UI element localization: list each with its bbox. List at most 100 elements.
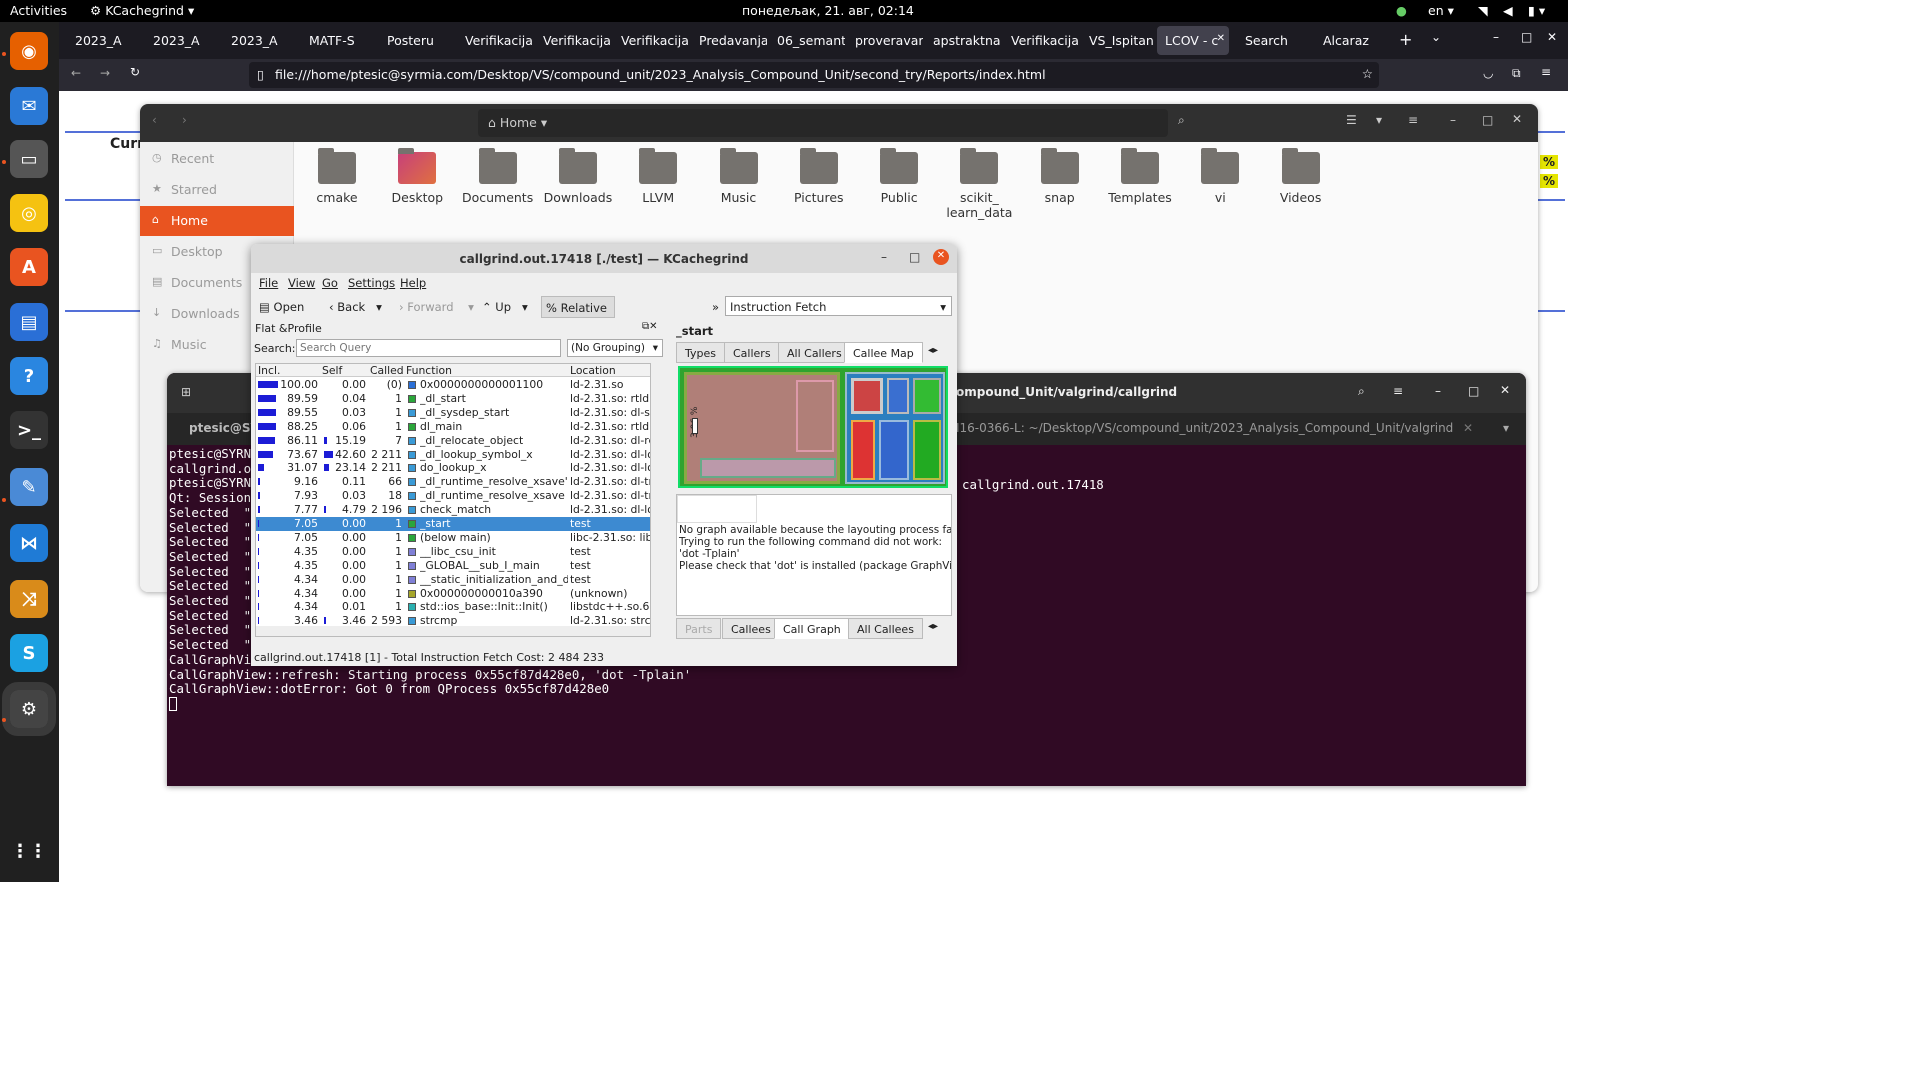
folder-item[interactable]: Public [858, 148, 940, 205]
tab-close-icon[interactable]: ✕ [1463, 421, 1473, 435]
browser-tab[interactable]: 06_semant [769, 26, 845, 55]
table-row[interactable]: 73.67 42.60 2 211 _dl_lookup_symbol_x ld-2.3… [256, 448, 650, 462]
folder-item[interactable]: Pictures [778, 148, 860, 205]
forward-icon[interactable]: → [100, 66, 110, 80]
table-row[interactable]: 89.55 0.03 1 _dl_sysdep_start ld-2.31.so: dl… [256, 406, 650, 420]
files-path-bar[interactable]: ⌂ Home ▾ [478, 109, 1168, 137]
callee-map-block[interactable] [851, 378, 883, 414]
callee-map[interactable]: 3.06 % [678, 366, 948, 488]
table-row[interactable]: 7.05 0.00 1 (below main) libc-2.31.so: libc [256, 531, 650, 545]
yed-icon[interactable]: ⤨ [10, 580, 48, 618]
browser-tab[interactable]: LCOV - c ✕ [1157, 26, 1229, 55]
callee-map-block[interactable] [879, 420, 909, 480]
terminal-menu-icon[interactable]: ≡ [1393, 384, 1403, 398]
horizontal-scrollbar[interactable] [256, 626, 650, 636]
folder-item[interactable]: Music [698, 148, 780, 205]
browser-tab[interactable]: Verifikacija [613, 26, 689, 55]
kcachegrind-icon[interactable]: ⚙ [2, 682, 56, 736]
new-tab-icon[interactable]: ⊞ [181, 385, 191, 399]
minimize-icon[interactable]: – [1493, 30, 1499, 44]
table-row[interactable]: 100.00 0.00 (0) 0x0000000000001100 ld-2.31.s… [256, 378, 650, 392]
tab-call-graph[interactable]: Call Graph [774, 618, 850, 639]
url-bar[interactable]: ▯ file:///home/ptesic@syrmia.com/Desktop… [249, 62, 1379, 88]
table-row[interactable]: 31.07 23.14 2 211 do_lookup_x ld-2.31.so: dl… [256, 461, 650, 475]
app-menu[interactable]: ⚙ KCachegrind ▾ [90, 3, 194, 18]
firefox-icon[interactable]: ◉ [10, 32, 48, 70]
table-row[interactable]: 4.34 0.00 1 0x000000000010a390 (unknown) [256, 587, 650, 601]
table-row[interactable]: 7.93 0.03 18 _dl_runtime_resolve_xsave ld-2.… [256, 489, 650, 503]
volume-icon[interactable]: ◀ [1503, 3, 1513, 18]
writer-icon[interactable]: ▤ [10, 303, 48, 341]
folder-item[interactable]: snap [1019, 148, 1101, 205]
thunderbird-icon[interactable]: ✉ [10, 87, 48, 125]
folder-item[interactable]: Documents [457, 148, 539, 205]
table-row[interactable]: 7.05 0.00 1 _start test [256, 517, 650, 531]
grouping-select[interactable]: (No Grouping) ▾ [567, 339, 663, 357]
table-row[interactable]: 4.35 0.00 1 __libc_csu_init test [256, 545, 650, 559]
menu-settings[interactable]: Settings [348, 276, 395, 290]
table-row[interactable]: 89.59 0.04 1 _dl_start ld-2.31.so: rtld.c [256, 392, 650, 406]
callee-map-block[interactable] [913, 378, 941, 414]
tab-close-icon[interactable]: ✕ [1217, 33, 1225, 44]
network-icon[interactable]: ◥ [1478, 3, 1488, 18]
clock[interactable]: понедељак, 21. авг, 02:14 [742, 3, 914, 18]
tab-all-callees[interactable]: All Callees [848, 618, 923, 639]
menu-file[interactable]: File [259, 276, 278, 290]
browser-tab[interactable]: MATF-S [301, 26, 377, 55]
toolbar-overflow-icon[interactable]: » [712, 296, 719, 318]
browser-tab[interactable]: proveravar [847, 26, 923, 55]
folder-item[interactable]: cmake [296, 148, 378, 205]
close-icon[interactable]: ✕ [1547, 30, 1557, 44]
menu-icon[interactable]: ≡ [1541, 65, 1551, 79]
sidebar-item-home[interactable]: ⌂ Home [140, 206, 294, 236]
help-icon[interactable]: ? [10, 357, 48, 395]
sidebar-item-starred[interactable]: ★ Starred [140, 175, 294, 205]
files-menu-icon[interactable]: ≡ [1408, 113, 1418, 127]
tab-scroll-icon[interactable]: ◂▸ [928, 621, 938, 632]
tab-scroll-icon[interactable]: ◂▸ [928, 345, 938, 356]
table-row[interactable]: 4.34 0.01 1 std::ios_base::Init::Init() libs… [256, 600, 650, 614]
call-graph-view[interactable]: No graph available because the layouting… [676, 494, 952, 616]
panel-float-icon[interactable]: ⧉✕ [642, 321, 658, 332]
folder-item[interactable]: Videos [1260, 148, 1342, 205]
tab-callers[interactable]: Callers [724, 342, 780, 363]
reload-icon[interactable]: ↻ [130, 65, 140, 79]
callee-map-block[interactable] [845, 372, 945, 484]
column-header[interactable]: Called [370, 364, 404, 377]
language-indicator[interactable]: en ▾ [1428, 3, 1454, 18]
terminal-tab[interactable]: ptesic@SY [189, 421, 259, 435]
table-row[interactable]: 86.11 15.19 7 _dl_relocate_object ld-2.31.so… [256, 434, 650, 448]
menu-view[interactable]: View [288, 276, 315, 290]
browser-tab[interactable]: Verifikacija [457, 26, 533, 55]
relative-toggle[interactable]: % Relative [541, 296, 615, 318]
callee-map-block[interactable] [913, 420, 941, 480]
table-row[interactable]: 4.34 0.00 1 __static_initialization_and_d..… [256, 573, 650, 587]
folder-item[interactable]: Downloads [537, 148, 619, 205]
minimize-icon[interactable]: – [1450, 113, 1456, 127]
forward-button[interactable]: › Forward ▾ [399, 296, 474, 318]
vscode-icon[interactable]: ⋈ [10, 524, 48, 562]
software-icon[interactable]: A [10, 248, 48, 286]
browser-tab[interactable]: Verifikacija [1003, 26, 1079, 55]
tab-parts[interactable]: Parts [676, 618, 722, 639]
tab-all-callers[interactable]: All Callers [778, 342, 851, 363]
column-header[interactable]: Location [570, 364, 616, 377]
skype-icon[interactable]: S [10, 634, 48, 672]
browser-tab[interactable]: 2023_A [67, 26, 143, 55]
tab-menu-icon[interactable]: ▾ [1503, 421, 1509, 435]
terminal-icon[interactable]: >_ [10, 411, 48, 449]
callee-map-block[interactable] [700, 458, 836, 478]
view-options-icon[interactable]: ▾ [1376, 113, 1382, 127]
table-row[interactable]: 9.16 0.11 66 _dl_runtime_resolve_xsave'2 ld-… [256, 475, 650, 489]
tab-callee-map[interactable]: Callee Map [844, 342, 923, 363]
table-row[interactable]: 7.77 4.79 2 196 check_match ld-2.31.so: dl-l… [256, 503, 650, 517]
update-icon[interactable]: ● [1396, 3, 1407, 18]
browser-tab[interactable]: Predavanja [691, 26, 767, 55]
callee-map-block[interactable] [851, 420, 875, 480]
close-icon[interactable]: ✕ [1500, 383, 1510, 397]
extensions-icon[interactable]: ⧉ [1512, 66, 1521, 81]
list-view-icon[interactable]: ☰ [1346, 113, 1357, 127]
tab-types[interactable]: Types [676, 342, 725, 363]
folder-item[interactable]: Templates [1099, 148, 1181, 205]
menu-go[interactable]: Go [322, 276, 338, 290]
